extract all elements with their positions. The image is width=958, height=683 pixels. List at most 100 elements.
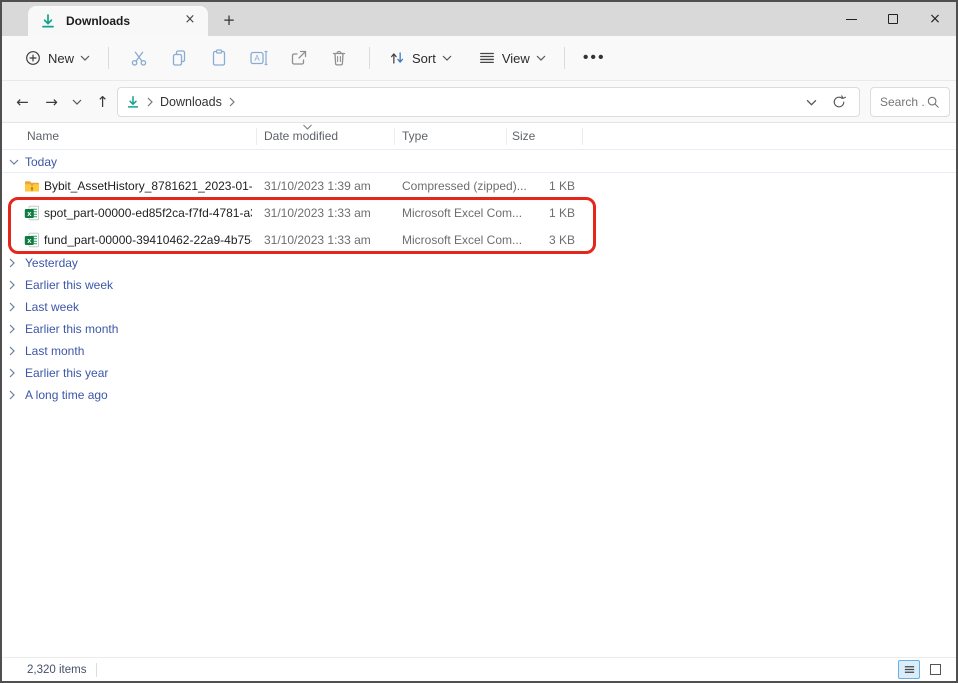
tab-downloads[interactable]: Downloads × (28, 6, 208, 36)
view-icon (478, 49, 496, 67)
close-icon: × (929, 11, 941, 27)
column-divider[interactable] (256, 128, 257, 145)
breadcrumb-item-downloads[interactable]: Downloads (160, 95, 222, 109)
large-icons-view-button[interactable] (924, 660, 946, 679)
file-name: Bybit_AssetHistory_8781621_2023-01-01_20… (44, 179, 252, 193)
plus-circle-icon (24, 49, 42, 67)
chevron-right-icon (9, 280, 23, 290)
group-header-last-month[interactable]: Last month (2, 340, 956, 362)
group-label: Earlier this week (25, 278, 113, 292)
close-button[interactable]: × (914, 2, 956, 36)
chevron-right-icon (9, 302, 23, 312)
share-button[interactable] (281, 42, 317, 74)
new-tab-button[interactable]: + (218, 10, 240, 32)
chevron-down-icon (9, 159, 23, 165)
chevron-right-icon (9, 324, 23, 334)
group-label: A long time ago (25, 388, 108, 402)
rename-icon: A (249, 48, 269, 68)
cut-button[interactable] (121, 42, 157, 74)
address-bar: ← → ↑ Downloads (2, 81, 956, 123)
toolbar-divider (369, 47, 370, 69)
delete-icon (329, 48, 349, 68)
address-box[interactable]: Downloads (117, 87, 860, 117)
file-size: 1 KB (507, 179, 575, 193)
recent-locations-button[interactable] (66, 99, 88, 105)
items-count: 2,320 items (27, 664, 86, 676)
large-icons-view-icon (930, 664, 941, 675)
downloads-icon (126, 95, 140, 109)
group-label: Last week (25, 300, 79, 314)
paste-icon (209, 48, 229, 68)
search-input[interactable] (880, 95, 926, 109)
file-name: spot_part-00000-ed85f2ca-f7fd-4781-a3e6-… (44, 206, 252, 220)
file-date-modified: 31/10/2023 1:39 am (264, 179, 371, 193)
excel-file-icon: x (24, 232, 40, 248)
tab-close-button[interactable]: × (182, 13, 198, 29)
column-header-name[interactable]: Name (27, 129, 59, 143)
file-date-modified: 31/10/2023 1:33 am (264, 206, 371, 220)
file-row-spot-csv[interactable]: x spot_part-00000-ed85f2ca-f7fd-4781-a3e… (2, 200, 956, 227)
forward-button[interactable]: → (37, 93, 66, 111)
title-bar: Downloads × + × (2, 2, 956, 36)
column-divider[interactable] (582, 128, 583, 145)
rename-button[interactable]: A (241, 42, 277, 74)
column-divider[interactable] (506, 128, 507, 145)
file-name: fund_part-00000-39410462-22a9-4b75-afb1-… (44, 233, 252, 247)
file-list: Name Date modified Type Size Today (2, 123, 956, 657)
minimize-button[interactable] (830, 2, 872, 36)
minimize-icon (846, 19, 857, 20)
group-header-a-long-time-ago[interactable]: A long time ago (2, 384, 956, 406)
maximize-button[interactable] (872, 2, 914, 36)
group-header-earlier-this-year[interactable]: Earlier this year (2, 362, 956, 384)
tab-title: Downloads (66, 14, 182, 28)
maximize-icon (888, 14, 898, 24)
toolbar-divider (564, 47, 565, 69)
group-header-yesterday[interactable]: Yesterday (2, 252, 956, 274)
chevron-down-icon (72, 99, 82, 105)
file-row-fund-csv[interactable]: x fund_part-00000-39410462-22a9-4b75-afb… (2, 227, 956, 254)
copy-icon (169, 48, 189, 68)
group-label: Earlier this year (25, 366, 108, 380)
group-header-today[interactable]: Today (2, 151, 956, 173)
more-options-button[interactable]: ••• (575, 49, 614, 67)
chevron-right-icon (9, 390, 23, 400)
up-button[interactable]: ↑ (88, 93, 117, 111)
delete-button[interactable] (321, 42, 357, 74)
column-header-size[interactable]: Size (512, 129, 535, 143)
details-view-button[interactable] (898, 660, 920, 679)
group-header-earlier-this-month[interactable]: Earlier this month (2, 318, 956, 340)
new-button-label: New (48, 51, 74, 66)
downloads-icon (40, 13, 56, 29)
file-row-bybit-zip[interactable]: Bybit_AssetHistory_8781621_2023-01-01_20… (2, 173, 956, 200)
status-bar: 2,320 items (2, 657, 956, 681)
zip-folder-icon (24, 178, 40, 194)
column-header-type[interactable]: Type (402, 129, 428, 143)
chevron-down-icon (536, 55, 546, 61)
group-label: Earlier this month (25, 322, 118, 336)
search-icon (926, 95, 940, 109)
new-button[interactable]: New (16, 44, 98, 72)
file-type: Microsoft Excel Com... (402, 206, 522, 220)
column-divider[interactable] (394, 128, 395, 145)
excel-file-icon: x (24, 205, 40, 221)
group-header-earlier-this-week[interactable]: Earlier this week (2, 274, 956, 296)
chevron-down-icon (80, 55, 90, 61)
cut-icon (129, 48, 149, 68)
sort-button[interactable]: Sort (380, 44, 460, 72)
chevron-right-icon (9, 258, 23, 268)
view-button[interactable]: View (470, 44, 554, 72)
paste-button[interactable] (201, 42, 237, 74)
search-box[interactable] (870, 87, 950, 117)
column-header-row: Name Date modified Type Size (2, 123, 956, 150)
breadcrumb: Downloads (126, 95, 806, 109)
svg-text:A: A (254, 54, 260, 63)
details-view-icon (903, 663, 916, 676)
address-dropdown-chevron-icon[interactable] (806, 99, 817, 106)
copy-button[interactable] (161, 42, 197, 74)
group-header-last-week[interactable]: Last week (2, 296, 956, 318)
back-button[interactable]: ← (8, 93, 37, 111)
chevron-right-icon (147, 97, 153, 107)
command-toolbar: New A (2, 36, 956, 81)
column-header-date-modified[interactable]: Date modified (264, 129, 338, 143)
refresh-icon[interactable] (831, 94, 847, 110)
